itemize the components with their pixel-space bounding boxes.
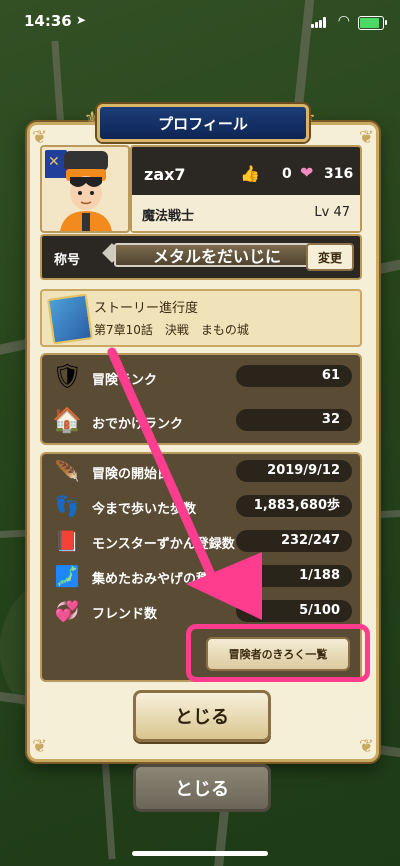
- background-close-button[interactable]: とじる: [133, 764, 271, 812]
- close-button[interactable]: とじる: [133, 690, 271, 742]
- home-indicator[interactable]: [132, 851, 268, 856]
